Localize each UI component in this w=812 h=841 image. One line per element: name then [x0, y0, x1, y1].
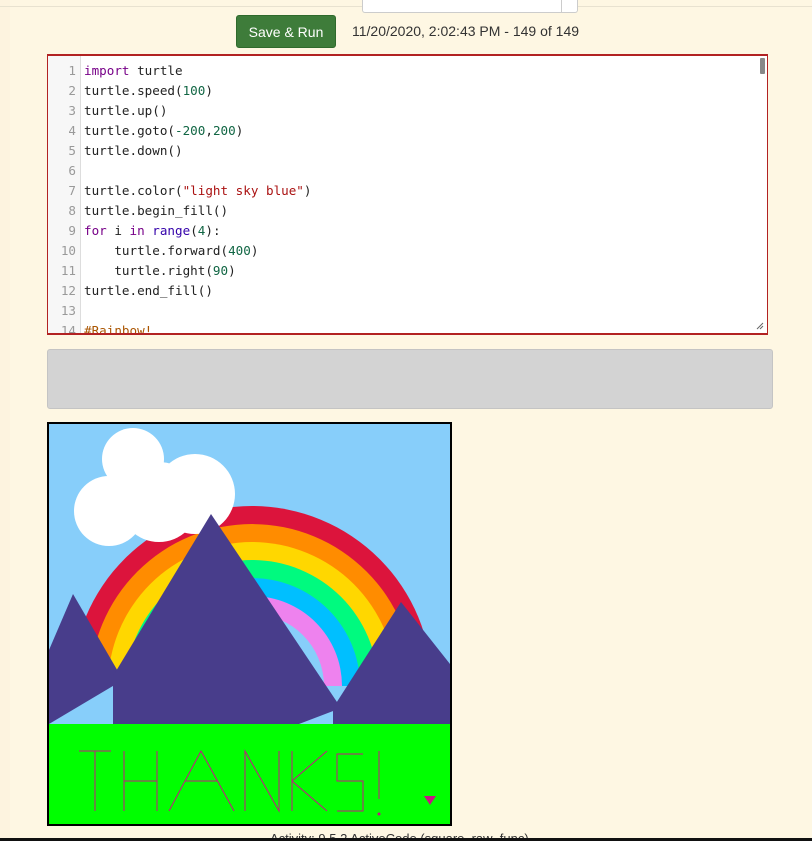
line-code[interactable]: for i in range(4): — [84, 221, 221, 241]
code-line[interactable]: 5 turtle.down() — [48, 141, 767, 161]
line-number: 4 — [68, 123, 76, 138]
line-code[interactable]: import turtle — [84, 61, 183, 81]
history-select[interactable] — [362, 0, 578, 13]
cloud-puff — [155, 454, 235, 534]
line-code[interactable]: turtle.end_fill() — [84, 281, 213, 301]
line-code[interactable]: turtle.down() — [84, 141, 183, 161]
turtle-canvas — [47, 422, 452, 826]
line-number: 9 — [68, 223, 76, 238]
grass — [49, 724, 450, 824]
resize-grip-icon[interactable] — [756, 322, 764, 330]
version-timestamp: 11/20/2020, 2:02:43 PM - 149 of 149 — [352, 23, 580, 39]
code-line[interactable]: 14 #Rainbow! — [48, 321, 767, 335]
line-number: 6 — [68, 163, 76, 178]
editor-scrollbar[interactable] — [760, 58, 765, 74]
line-code[interactable]: turtle.forward(400) — [84, 241, 258, 261]
line-number: 11 — [60, 263, 76, 278]
code-line[interactable]: 3 turtle.up() — [48, 101, 767, 121]
code-editor[interactable]: 1 import turtle 2 turtle.speed(100) 3 turtle.… — [47, 54, 768, 335]
line-number: 3 — [68, 103, 76, 118]
line-number: 12 — [60, 283, 76, 298]
code-line[interactable]: 10 turtle.forward(400) — [48, 241, 767, 261]
line-code[interactable]: #Rainbow! — [84, 321, 152, 333]
program-output — [47, 349, 773, 409]
save-and-run-button[interactable]: Save & Run — [236, 15, 336, 48]
code-line[interactable]: 7 turtle.color("light sky blue") — [48, 181, 767, 201]
code-line[interactable]: 8 turtle.begin_fill() — [48, 201, 767, 221]
line-number: 8 — [68, 203, 76, 218]
line-number: 14 — [60, 323, 76, 335]
line-code[interactable]: turtle.speed(100) — [84, 81, 213, 101]
line-number: 13 — [60, 303, 76, 318]
line-number: 2 — [68, 83, 76, 98]
code-line[interactable]: 6 — [48, 161, 767, 181]
select-arrow-icon[interactable] — [561, 0, 577, 12]
code-line[interactable]: 2 turtle.speed(100) — [48, 81, 767, 101]
code-line[interactable]: 9 for i in range(4): — [48, 221, 767, 241]
line-code[interactable]: turtle.color("light sky blue") — [84, 181, 312, 201]
line-number: 5 — [68, 143, 76, 158]
left-margin — [0, 0, 10, 841]
code-line[interactable]: 1 import turtle — [48, 61, 767, 81]
exclamation-dot — [377, 812, 381, 816]
code-line[interactable]: 11 turtle.right(90) — [48, 261, 767, 281]
line-number: 10 — [60, 243, 76, 258]
line-number: 7 — [68, 183, 76, 198]
code-lines[interactable]: 1 import turtle 2 turtle.speed(100) 3 turtle.… — [48, 61, 767, 335]
code-line[interactable]: 13 — [48, 301, 767, 321]
line-number: 1 — [68, 63, 76, 78]
code-line[interactable]: 4 turtle.goto(-200,200) — [48, 121, 767, 141]
code-line[interactable]: 12 turtle.end_fill() — [48, 281, 767, 301]
line-code[interactable]: turtle.begin_fill() — [84, 201, 228, 221]
line-code[interactable]: turtle.goto(-200,200) — [84, 121, 243, 141]
line-code[interactable]: turtle.right(90) — [84, 261, 235, 281]
turtle-drawing — [49, 424, 450, 824]
line-code[interactable]: turtle.up() — [84, 101, 167, 121]
